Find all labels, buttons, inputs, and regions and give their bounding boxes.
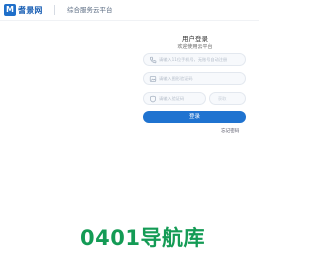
platform-name: 综合服务云平台 (67, 6, 113, 14)
sms-code-field[interactable]: 请输入验证码 (143, 92, 206, 105)
send-code-label: 获取 (218, 96, 227, 101)
header-divider (54, 5, 55, 15)
sms-code-placeholder: 请输入验证码 (159, 96, 185, 101)
image-code-icon (149, 76, 157, 82)
phone-icon (150, 56, 157, 64)
site-logo[interactable]: M 耆景网 (4, 3, 43, 17)
login-button[interactable]: 登录 (143, 111, 246, 123)
watermark-text: 0401导航库 (80, 226, 205, 250)
image-code-placeholder: 请输入图形验证码 (159, 76, 193, 81)
logo-icon: M (4, 4, 16, 16)
image-code-field[interactable]: 请输入图形验证码 (143, 72, 246, 85)
logo-text: 耆景网 (18, 5, 43, 15)
phone-placeholder: 请输入11位手机号，无账号自动注册 (159, 57, 228, 62)
login-title: 用户登录 (182, 35, 208, 43)
top-bar: M 耆景网 综合服务云平台 (0, 0, 259, 21)
shield-icon (150, 95, 156, 103)
forgot-password-link[interactable]: 忘记密码 (221, 128, 239, 134)
phone-field[interactable]: 请输入11位手机号，无账号自动注册 (143, 53, 246, 66)
send-code-button[interactable]: 获取 (209, 92, 246, 105)
login-subtitle: 欢迎使用云平台 (177, 44, 213, 50)
